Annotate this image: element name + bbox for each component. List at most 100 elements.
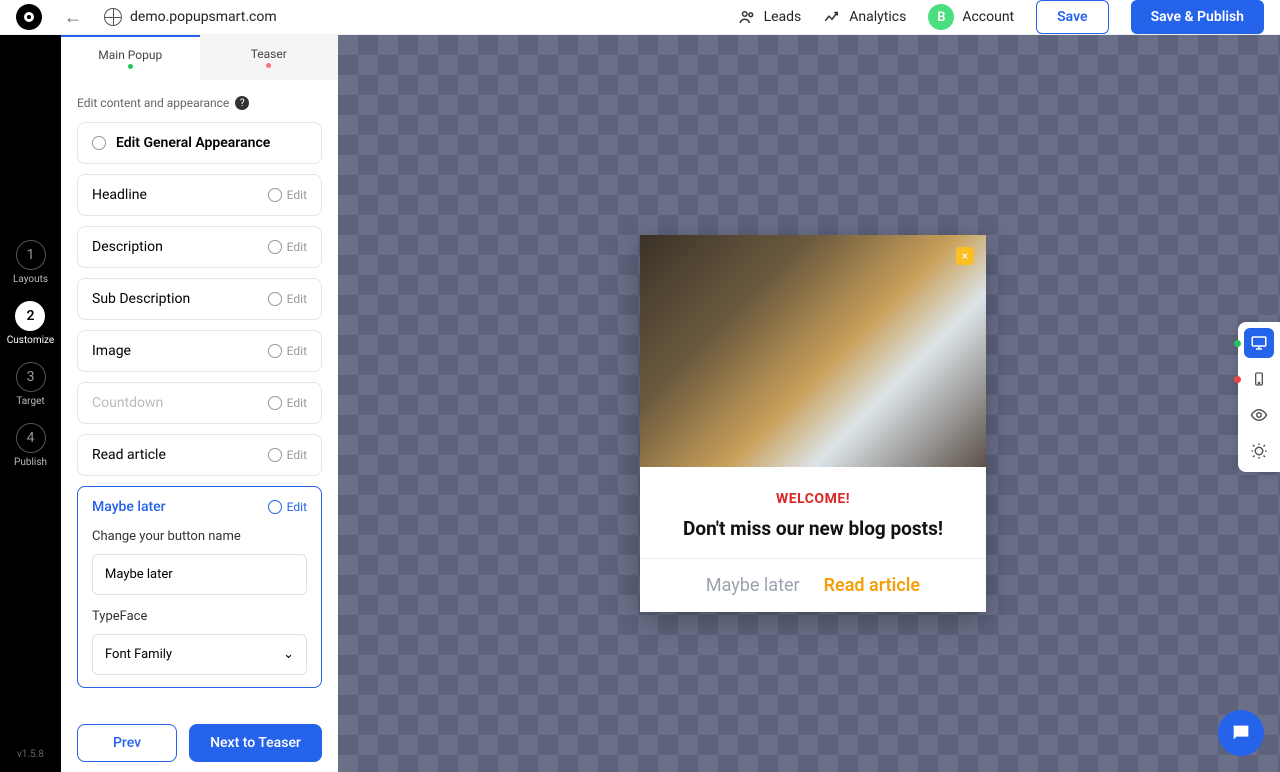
step-layouts[interactable]: 1 Layouts <box>13 240 48 285</box>
row-label: Maybe later <box>92 499 166 515</box>
step-circle: 3 <box>16 362 46 392</box>
mobile-icon <box>1251 371 1267 387</box>
row-general-appearance[interactable]: Edit General Appearance <box>77 122 322 164</box>
row-label: Countdown <box>92 395 163 411</box>
site-url: demo.popupsmart.com <box>104 8 277 26</box>
step-label: Layouts <box>13 274 48 285</box>
step-circle: 4 <box>16 423 46 453</box>
edit-text: Edit <box>287 396 307 410</box>
row-subdescription[interactable]: Sub Description Edit <box>77 278 322 320</box>
row-maybe-later[interactable]: Maybe later Edit Change your button name… <box>77 486 322 688</box>
step-circle: 1 <box>16 240 46 270</box>
button-name-label: Change your button name <box>92 529 307 544</box>
step-label: Customize <box>7 335 54 346</box>
tab-label: Teaser <box>251 47 287 61</box>
nav-leads-label: Leads <box>764 9 802 25</box>
site-url-text: demo.popupsmart.com <box>130 9 277 25</box>
gear-icon <box>268 240 282 254</box>
row-label: Read article <box>92 447 166 463</box>
side-panel: Main Popup Teaser Edit content and appea… <box>61 35 338 772</box>
row-description[interactable]: Description Edit <box>77 226 322 268</box>
tab-main-popup[interactable]: Main Popup <box>61 35 200 80</box>
preview-canvas: × WELCOME! Don't miss our new blog posts… <box>338 35 1280 772</box>
save-publish-button[interactable]: Save & Publish <box>1131 0 1264 34</box>
step-target[interactable]: 3 Target <box>16 362 46 407</box>
section-title: Edit content and appearance ? <box>77 96 322 110</box>
device-preview-button[interactable] <box>1244 400 1274 430</box>
typeface-label: TypeFace <box>92 609 307 624</box>
row-image[interactable]: Image Edit <box>77 330 322 372</box>
popup-welcome-text: WELCOME! <box>656 491 970 507</box>
nav-analytics[interactable]: Analytics <box>823 8 906 26</box>
gear-icon <box>268 188 282 202</box>
popup-read-article-button[interactable]: Read article <box>824 575 920 596</box>
edit-pill: Edit <box>268 344 307 358</box>
nav-leads[interactable]: Leads <box>738 8 802 26</box>
chat-icon <box>1230 722 1252 744</box>
step-publish[interactable]: 4 Publish <box>14 423 47 468</box>
topbar: ← demo.popupsmart.com Leads Analytics B … <box>0 0 1280 35</box>
font-family-select[interactable]: Font Family ⌄ <box>92 634 307 675</box>
bug-icon <box>1250 442 1268 460</box>
panel-body[interactable]: Edit content and appearance ? Edit Gener… <box>61 80 338 714</box>
edit-pill: Edit <box>268 500 307 514</box>
status-dot-icon <box>128 64 133 69</box>
step-circle: 2 <box>15 301 45 331</box>
status-dot-icon <box>1234 376 1241 383</box>
status-dot-icon <box>266 63 271 68</box>
edit-pill: Edit <box>268 292 307 306</box>
close-icon[interactable]: × <box>956 247 974 265</box>
row-headline[interactable]: Headline Edit <box>77 174 322 216</box>
row-countdown[interactable]: Countdown Edit <box>77 382 322 424</box>
nav-analytics-label: Analytics <box>849 9 906 25</box>
gear-icon <box>268 448 282 462</box>
row-label: Description <box>92 239 163 255</box>
gear-icon <box>92 136 106 150</box>
panel-footer: Prev Next to Teaser <box>61 714 338 772</box>
nav-account[interactable]: B Account <box>928 4 1014 30</box>
tab-teaser[interactable]: Teaser <box>200 35 339 80</box>
globe-icon <box>104 8 122 26</box>
edit-pill: Edit <box>268 396 307 410</box>
row-label: Image <box>92 343 131 359</box>
popup-footer: Maybe later Read article <box>640 558 986 612</box>
leads-icon <box>738 8 756 26</box>
topbar-left: ← demo.popupsmart.com <box>16 4 277 30</box>
device-debug-button[interactable] <box>1244 436 1274 466</box>
device-desktop-button[interactable] <box>1244 328 1274 358</box>
tab-label: Main Popup <box>98 48 162 62</box>
popup-image: × <box>640 235 986 467</box>
step-customize[interactable]: 2 Customize <box>7 301 54 346</box>
edit-text: Edit <box>287 292 307 306</box>
popup-preview: × WELCOME! Don't miss our new blog posts… <box>640 235 986 612</box>
panel-tabs: Main Popup Teaser <box>61 35 338 80</box>
row-read-article[interactable]: Read article Edit <box>77 434 322 476</box>
logo-icon[interactable] <box>16 4 42 30</box>
row-label: Sub Description <box>92 291 190 307</box>
edit-pill: Edit <box>268 240 307 254</box>
back-arrow-icon[interactable]: ← <box>64 7 82 28</box>
popup-title-text: Don't miss our new blog posts! <box>656 517 970 540</box>
select-value: Font Family <box>105 647 172 662</box>
help-icon[interactable]: ? <box>235 96 249 110</box>
gear-icon <box>268 292 282 306</box>
edit-text: Edit <box>287 500 307 514</box>
chat-fab[interactable] <box>1218 710 1264 756</box>
edit-text: Edit <box>287 344 307 358</box>
step-label: Target <box>16 396 44 407</box>
status-dot-icon <box>1234 340 1241 347</box>
device-mobile-button[interactable] <box>1244 364 1274 394</box>
analytics-icon <box>823 8 841 26</box>
device-rail <box>1238 322 1280 472</box>
save-button[interactable]: Save <box>1036 0 1108 34</box>
edit-text: Edit <box>287 188 307 202</box>
row-label: Headline <box>92 187 147 203</box>
popup-maybe-later-button[interactable]: Maybe later <box>706 575 800 596</box>
button-name-input[interactable] <box>92 554 307 595</box>
chevron-down-icon: ⌄ <box>283 647 294 662</box>
main: 1 Layouts 2 Customize 3 Target 4 Publish… <box>0 35 1280 772</box>
edit-pill: Edit <box>268 448 307 462</box>
eye-icon <box>1250 406 1268 424</box>
gear-icon <box>268 500 282 514</box>
desktop-icon <box>1250 334 1268 352</box>
